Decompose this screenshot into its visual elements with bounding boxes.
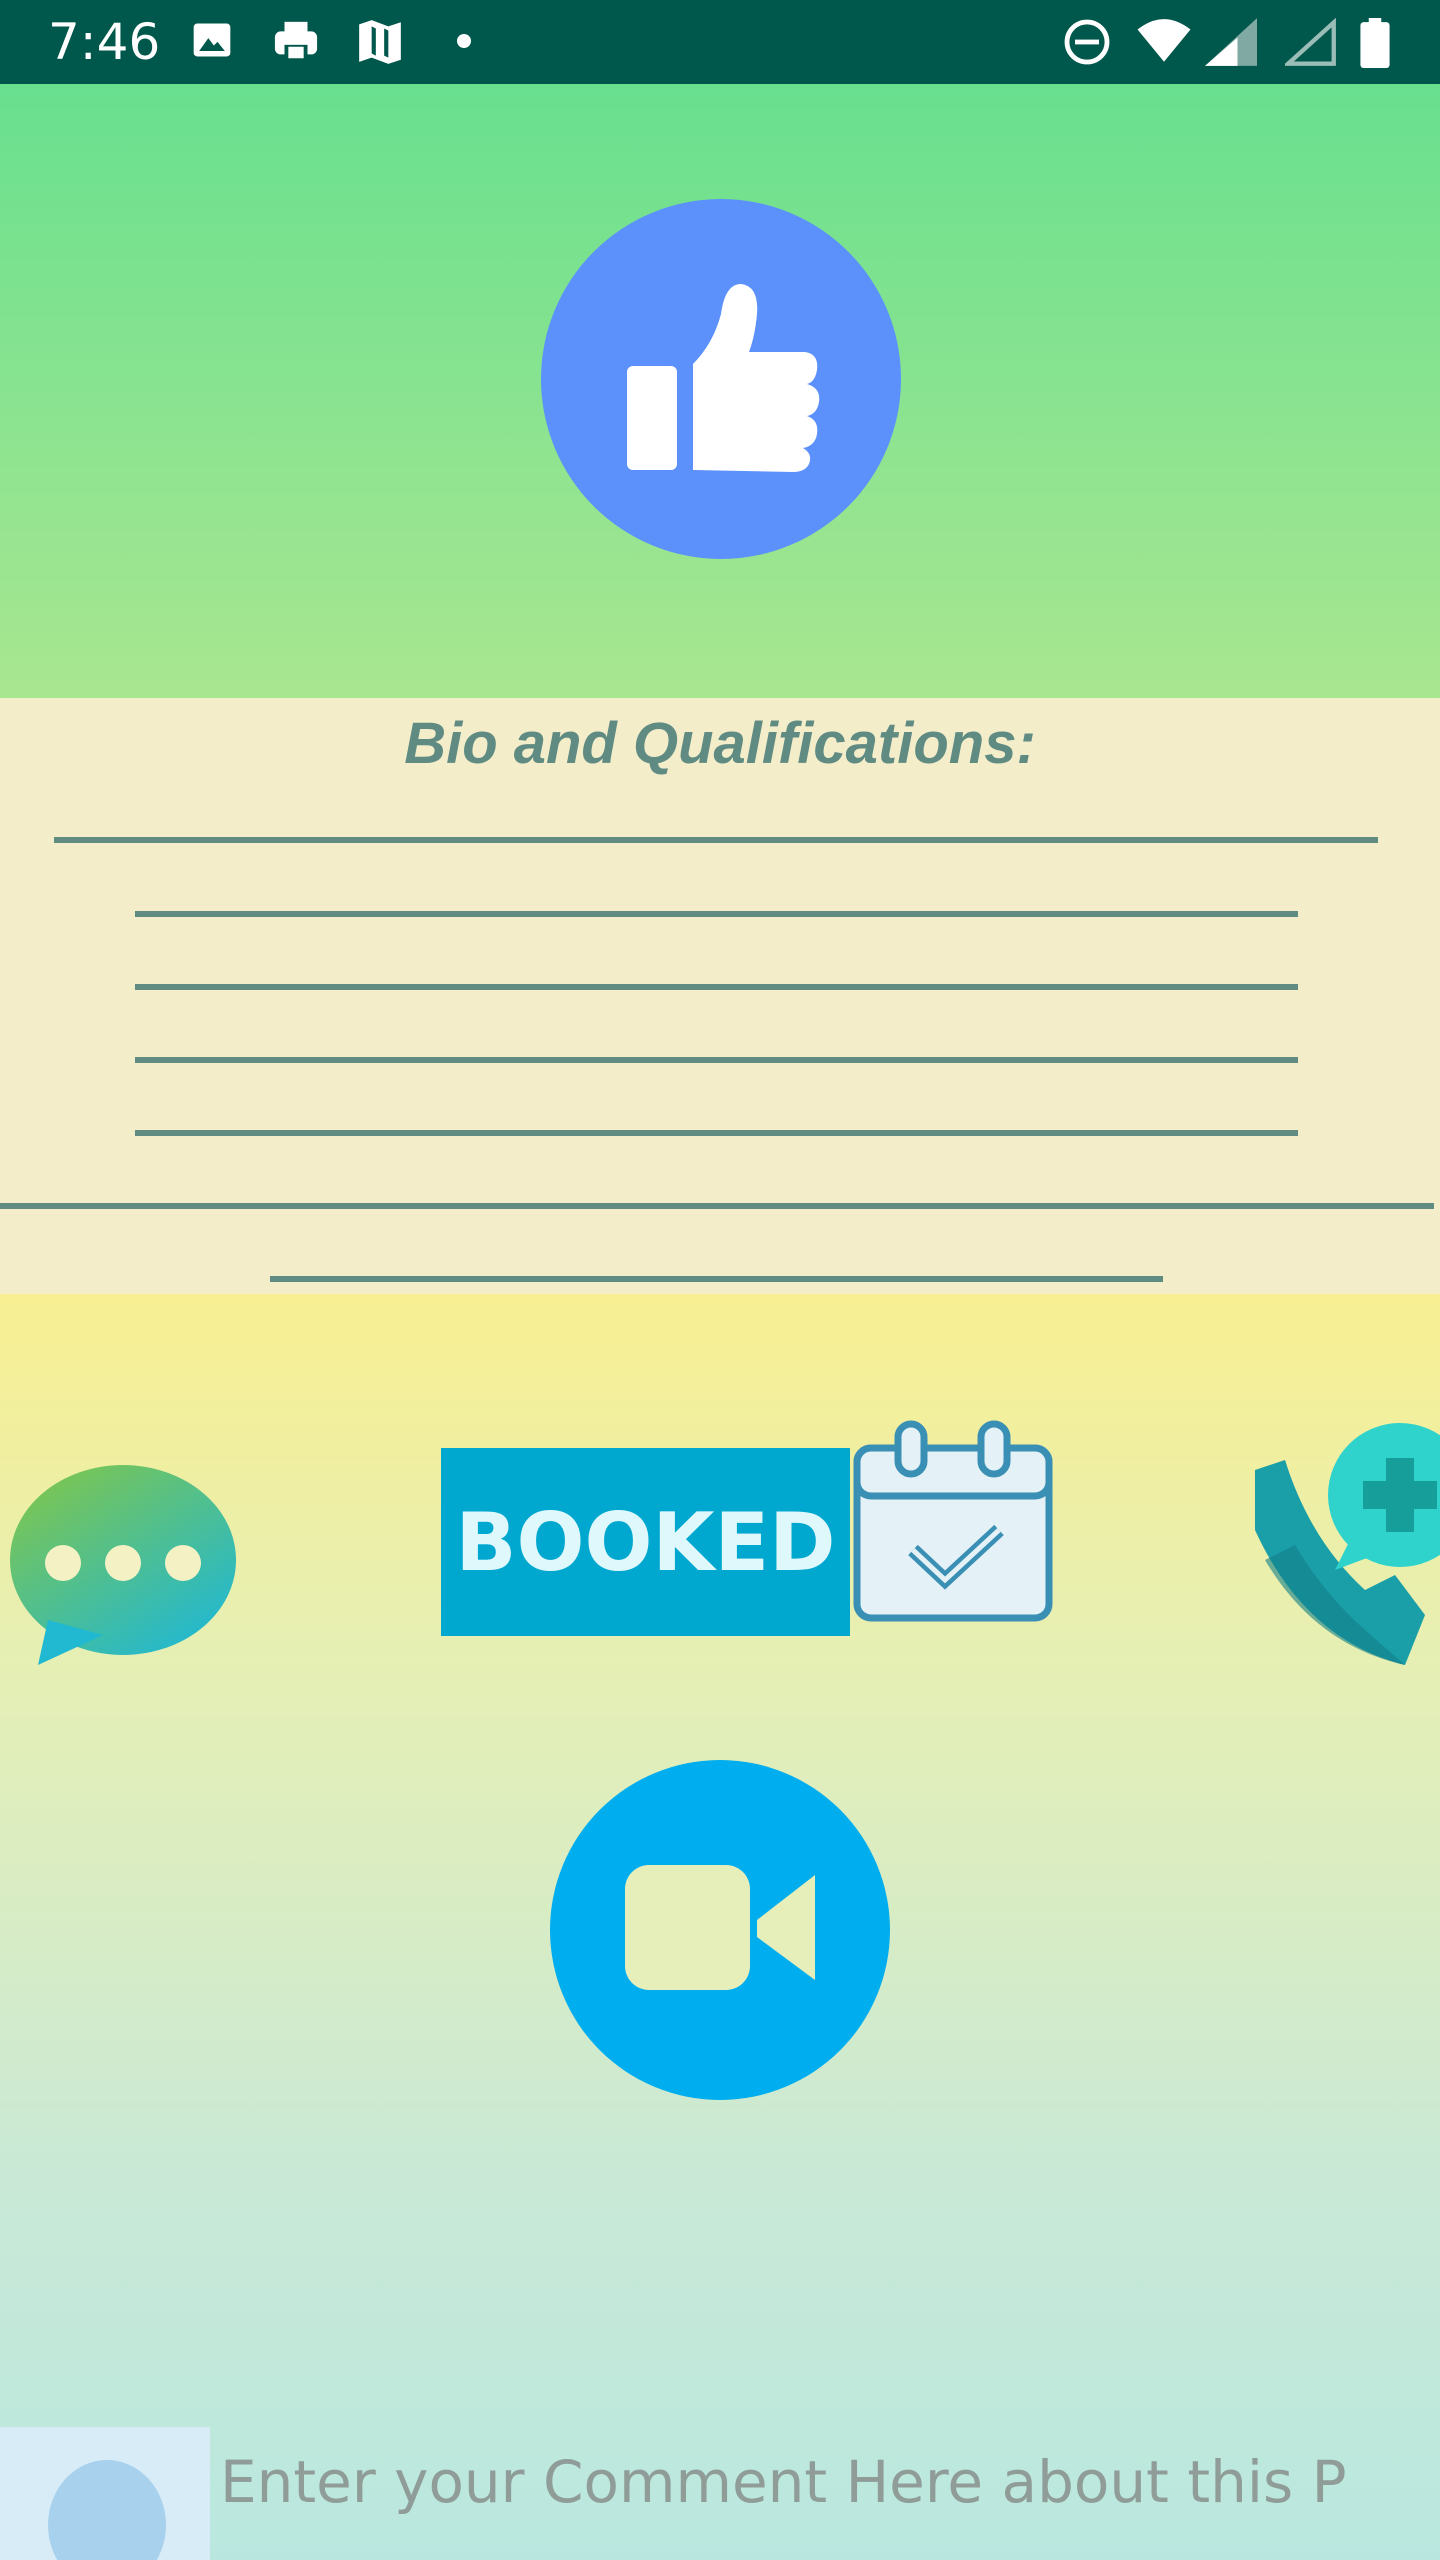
maps-icon	[355, 18, 405, 69]
avatar	[0, 2427, 210, 2560]
bio-line	[270, 1276, 1163, 1282]
phone-add-icon[interactable]	[1255, 1420, 1440, 1670]
printer-icon	[270, 18, 322, 69]
status-time: 7:46	[48, 13, 161, 71]
comment-input[interactable]: Enter your Comment Here about this P	[220, 2452, 1430, 2560]
chat-bubble-icon[interactable]	[8, 1460, 238, 1670]
signal-empty-icon	[1282, 17, 1337, 71]
battery-icon	[1360, 18, 1390, 73]
header-banner	[0, 84, 1440, 698]
bio-line	[135, 984, 1298, 990]
status-bar: 7:46	[0, 0, 1440, 84]
bio-line	[0, 1203, 1434, 1209]
video-camera-icon	[625, 1865, 815, 1990]
bio-line	[135, 1057, 1298, 1063]
bio-title: Bio and Qualifications:	[404, 711, 1036, 776]
calendar-check-icon[interactable]	[853, 1420, 1053, 1630]
wifi-icon	[1135, 18, 1193, 69]
bio-line	[54, 837, 1378, 843]
thumbs-up-icon	[627, 284, 820, 472]
avatar-head	[48, 2460, 166, 2560]
like-button[interactable]	[541, 199, 901, 559]
do-not-disturb-icon	[1063, 18, 1111, 71]
dot-icon	[455, 32, 473, 55]
bio-line	[135, 1130, 1298, 1136]
booked-badge[interactable]: BOOKED	[441, 1448, 850, 1636]
video-call-button[interactable]	[550, 1760, 890, 2100]
bio-line	[135, 911, 1298, 917]
signal-icon	[1205, 18, 1257, 71]
image-icon	[190, 18, 234, 67]
